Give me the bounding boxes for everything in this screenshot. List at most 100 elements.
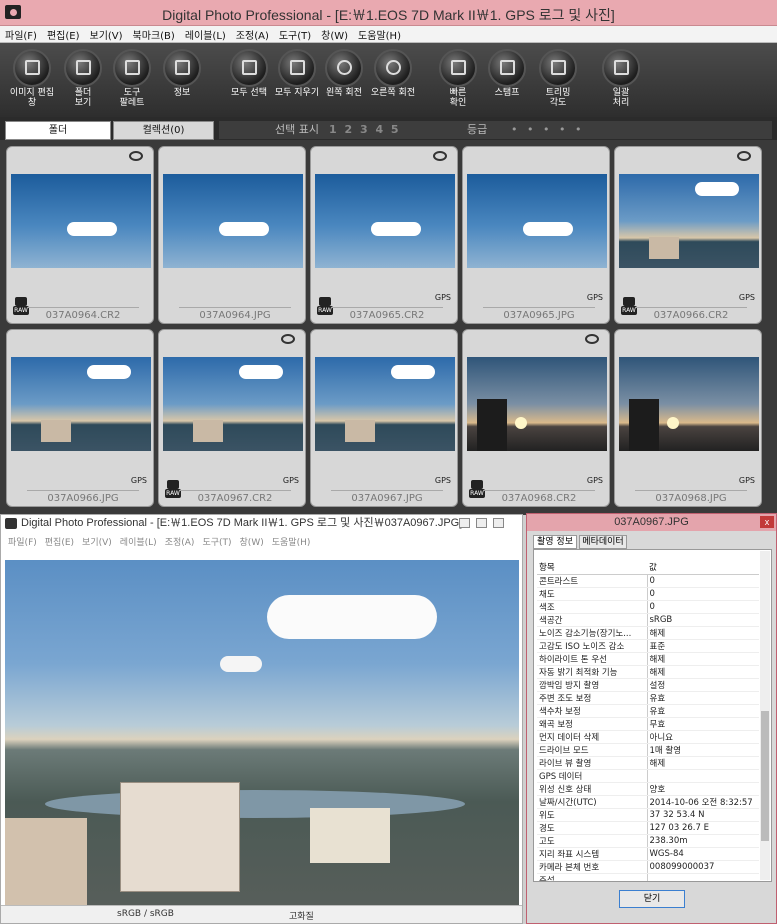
check-mark-numbers[interactable]: 1 2 3 4 5 <box>329 121 401 139</box>
tool-palette-button[interactable]: 도구 팔레트 <box>106 49 158 108</box>
table-row[interactable]: 색수차 보정 유효 <box>537 704 759 718</box>
table-row[interactable]: 깜박임 방지 촬영 설정 <box>537 678 759 692</box>
select-all-button[interactable]: 모두 선택 <box>223 49 275 98</box>
quick-check-button[interactable]: 빠른 확인 <box>432 49 484 108</box>
table-row[interactable]: 자동 밝기 최적화 기능 해제 <box>537 665 759 679</box>
viewer-menu-item[interactable]: 레이블(L) <box>120 535 157 548</box>
table-row[interactable]: 드라이브 모드 1매 촬영 <box>537 743 759 757</box>
close-button[interactable]: 닫기 <box>619 890 685 908</box>
menu-item[interactable]: 조정(A) <box>236 27 269 42</box>
viewer-menu-item[interactable]: 창(W) <box>240 535 264 548</box>
table-row[interactable]: 날짜/시간(UTC) 2014-10-06 오전 8:32:57 <box>537 795 759 809</box>
vertical-scrollbar[interactable] <box>760 551 770 880</box>
tab-shooting-info[interactable]: 촬영 정보 <box>533 535 577 549</box>
thumbnail-image <box>11 357 151 451</box>
close-icon[interactable]: x <box>760 516 774 528</box>
row-value <box>647 769 759 783</box>
viewer-title-bar: Digital Photo Professional - [E:￦1.EOS 7… <box>1 515 522 532</box>
clear-all-button[interactable]: 모두 지우기 <box>271 49 323 98</box>
menu-item[interactable]: 도구(T) <box>279 27 311 42</box>
thumbnail-cell[interactable]: GPS 037A0966.JPG <box>6 329 154 507</box>
menu-item[interactable]: 보기(V) <box>90 27 123 42</box>
scrollbar-thumb[interactable] <box>761 711 769 841</box>
row-item: 먼지 데이터 삭제 <box>537 730 648 744</box>
thumbnail-filename: 037A0966.JPG <box>27 490 139 504</box>
tab-folder[interactable]: 폴더 <box>5 121 111 140</box>
trim-angle-button[interactable]: 트리밍 각도 <box>532 49 584 108</box>
thumbnail-cell[interactable]: GPS RAW 037A0965.CR2 <box>310 146 458 324</box>
rating-stars[interactable]: • • • • • <box>511 121 584 139</box>
table-row[interactable]: 왜곡 보정 무효 <box>537 717 759 731</box>
rotate-right-button[interactable]: 오른쪽 회전 <box>367 49 419 98</box>
table-row[interactable]: 주석 <box>537 873 759 881</box>
table-row[interactable]: 위성 신호 상태 양호 <box>537 782 759 796</box>
folder-view-button[interactable]: 폴더 보기 <box>57 49 109 108</box>
table-row[interactable]: 지리 좌표 시스템 WGS-84 <box>537 847 759 861</box>
thumbnail-cell[interactable]: GPS RAW 037A0966.CR2 <box>614 146 762 324</box>
thumbnail-cell[interactable]: RAW 037A0964.CR2 <box>6 146 154 324</box>
viewer-menu-item[interactable]: 도구(T) <box>202 535 231 548</box>
table-row[interactable]: 고도 238.30m <box>537 834 759 848</box>
viewer-menu-item[interactable]: 조정(A) <box>165 535 195 548</box>
table-row[interactable]: 채도 0 <box>537 587 759 601</box>
menu-item[interactable]: 북마크(B) <box>133 27 175 42</box>
thumbnail-cell[interactable]: GPS RAW 037A0967.CR2 <box>158 329 306 507</box>
info-window: 037A0967.JPG x 촬영 정보 메타데이터 항목 값 콘트라스트 0 채도… <box>526 513 777 924</box>
table-row[interactable]: 색조 0 <box>537 600 759 614</box>
thumbnail-cell[interactable]: GPS RAW 037A0968.CR2 <box>462 329 610 507</box>
viewer-menu-item[interactable]: 도움말(H) <box>272 535 311 548</box>
tab-metadata[interactable]: 메타데이터 <box>579 535 627 549</box>
maximize-icon[interactable] <box>476 518 487 528</box>
table-row[interactable]: 라이브 뷰 촬영 해제 <box>537 756 759 770</box>
table-row[interactable]: 경도 127 03 26.7 E <box>537 821 759 835</box>
thumbnail-cell[interactable]: GPS 037A0967.JPG <box>310 329 458 507</box>
row-item: 콘트라스트 <box>537 574 648 588</box>
viewer-menu-item[interactable]: 보기(V) <box>82 535 112 548</box>
table-row[interactable]: GPS 데이터 <box>537 769 759 783</box>
table-row[interactable]: 위도 37 32 53.4 N <box>537 808 759 822</box>
menu-item[interactable]: 도움말(H) <box>358 27 401 42</box>
thumbnail-image <box>315 174 455 268</box>
stamp-button[interactable]: 스탬프 <box>481 49 533 98</box>
table-row[interactable]: 색공간 sRGB <box>537 613 759 627</box>
viewer-menu-item[interactable]: 파일(F) <box>8 535 37 548</box>
info-button[interactable]: 정보 <box>156 49 208 98</box>
gps-badge: GPS <box>434 293 451 302</box>
preview-image[interactable] <box>5 560 519 905</box>
gps-badge: GPS <box>130 476 147 485</box>
table-row[interactable]: 노이즈 감소기능(장기노... 해제 <box>537 626 759 640</box>
table-row[interactable]: 콘트라스트 0 <box>537 574 759 588</box>
row-value: 설정 <box>647 678 759 692</box>
close-icon[interactable] <box>493 518 504 528</box>
tab-bar: 폴더 컬렉션(0) 선택 표시 1 2 3 4 5 등급 • • • • • <box>0 117 777 140</box>
thumbnail-cell[interactable]: GPS 037A0968.JPG <box>614 329 762 507</box>
minimize-icon[interactable] <box>459 518 470 528</box>
row-value: 238.30m <box>647 834 759 848</box>
batch-process-button[interactable]: 일괄 처리 <box>595 49 647 108</box>
table-row[interactable]: 고감도 ISO 노이즈 감소 표준 <box>537 639 759 653</box>
table-row[interactable]: 먼지 데이터 삭제 아니요 <box>537 730 759 744</box>
table-row[interactable]: 주변 조도 보정 유효 <box>537 691 759 705</box>
column-header-value: 값 <box>647 560 759 575</box>
row-value: 양호 <box>647 782 759 796</box>
rotate-left-button[interactable]: 왼쪽 회전 <box>318 49 370 98</box>
thumbnail-cell[interactable]: 037A0964.JPG <box>158 146 306 324</box>
table-row[interactable]: 하이라이트 톤 우선 해제 <box>537 652 759 666</box>
table-row[interactable]: 카메라 본체 번호 008099000037 <box>537 860 759 874</box>
edit-image-icon <box>13 49 51 87</box>
menu-item[interactable]: 창(W) <box>321 27 348 42</box>
viewer-menu-item[interactable]: 편집(E) <box>45 535 74 548</box>
row-value: 0 <box>647 574 759 588</box>
menu-item[interactable]: 레이블(L) <box>185 27 226 42</box>
menu-item[interactable]: 편집(E) <box>47 27 80 42</box>
edit-image-button[interactable]: 이미지 편집 창 <box>6 49 58 108</box>
thumbnail-cell[interactable]: GPS 037A0965.JPG <box>462 146 610 324</box>
gps-badge: GPS <box>738 293 755 302</box>
info-title-bar: 037A0967.JPG x <box>527 514 776 531</box>
menu-item[interactable]: 파일(F) <box>5 27 37 42</box>
tab-collection[interactable]: 컬렉션(0) <box>113 121 214 140</box>
row-value: 37 32 53.4 N <box>647 808 759 822</box>
thumbnail-image <box>163 174 303 268</box>
rating-bar: 선택 표시 1 2 3 4 5 등급 • • • • • <box>219 121 772 139</box>
row-item: 색수차 보정 <box>537 704 648 718</box>
